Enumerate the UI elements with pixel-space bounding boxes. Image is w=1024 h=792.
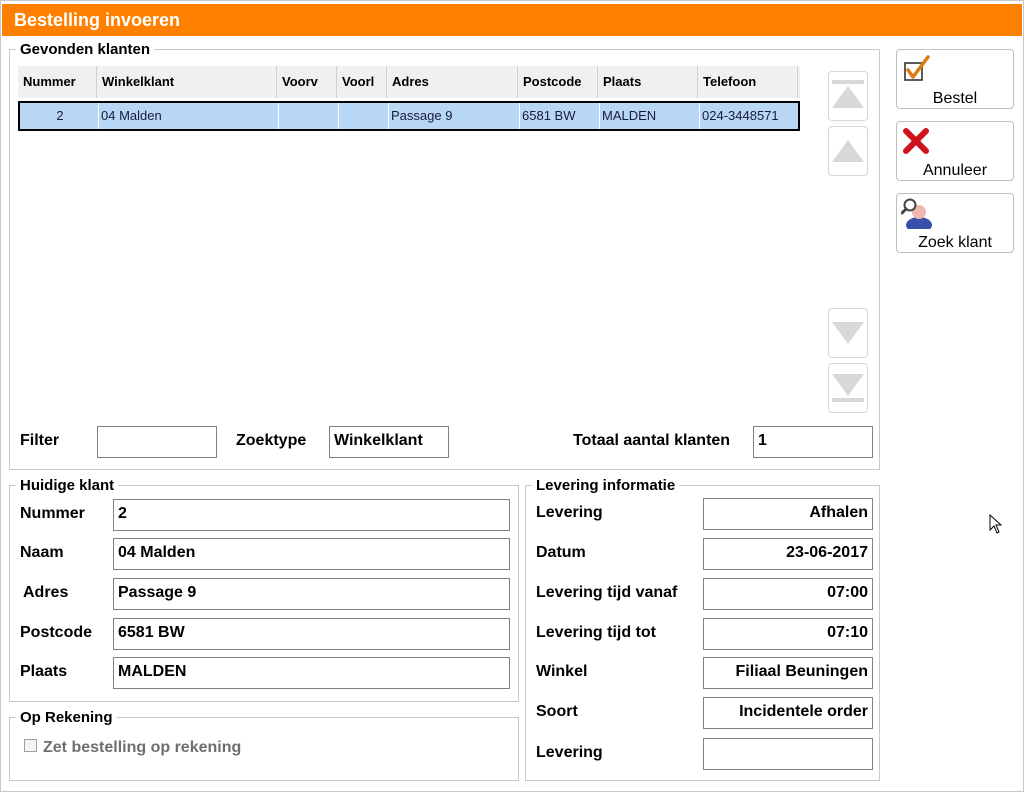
title-bar: Bestelling invoeren [2,4,1022,36]
scroll-down-icon [832,322,864,344]
scroll-bottom-button[interactable] [828,363,868,413]
delivery-time-from-field[interactable]: 07:00 [703,578,873,610]
delivery-extra-field[interactable] [703,738,873,770]
col-header-postcode[interactable]: Postcode [518,66,598,98]
col-header-nummer[interactable]: Nummer [18,66,97,98]
bestel-button[interactable]: Bestel [896,49,1014,109]
col-header-telefoon[interactable]: Telefoon [698,66,798,98]
account-checkbox-label: Zet bestelling op rekening [43,739,242,756]
delivery-date-field[interactable]: 23-06-2017 [703,538,873,570]
delivery-time-from-label: Levering tijd vanaf [536,584,678,601]
delivery-extra-label: Levering [536,744,603,761]
current-customer-legend: Huidige klant [20,477,115,494]
cell-nummer: 2 [20,103,99,129]
cell-winkelklant: 04 Malden [99,103,279,129]
red-x-icon [903,128,929,154]
order-kind-label: Soort [536,703,578,720]
scroll-top-button[interactable] [828,71,868,121]
delivery-type-field[interactable]: Afhalen [703,498,873,530]
customer-city-field[interactable]: MALDEN [113,657,510,689]
filter-label: Filter [20,432,60,449]
col-header-voorv[interactable]: Voorv [277,66,337,98]
mouse-cursor-icon [989,514,1003,534]
customers-grid[interactable]: Nummer Winkelklant Voorv Voorl Adres Pos… [18,66,800,131]
user-search-icon [901,198,932,229]
customer-name-field[interactable]: 04 Malden [113,538,510,570]
annuleer-label: Annuleer [922,162,988,179]
scroll-down-button[interactable] [828,308,868,358]
zoek-klant-label: Zoek klant [918,234,992,251]
table-row[interactable]: 2 04 Malden Passage 9 6581 BW MALDEN 024… [18,101,800,131]
customer-address-field[interactable]: Passage 9 [113,578,510,610]
delivery-legend: Levering informatie [536,477,676,494]
cell-adres: Passage 9 [389,103,520,129]
customer-postcode-field[interactable]: 6581 BW [113,618,510,650]
grid-header: Nummer Winkelklant Voorv Voorl Adres Pos… [18,66,800,98]
cell-voorv [279,103,339,129]
customer-city-label: Plaats [20,663,68,680]
annuleer-button[interactable]: Annuleer [896,121,1014,181]
customer-number-label: Nummer [20,505,85,522]
col-header-plaats[interactable]: Plaats [598,66,698,98]
bestel-label: Bestel [932,90,978,107]
cell-telefoon: 024-3448571 [702,108,779,123]
account-legend: Op Rekening [20,709,113,726]
scroll-top-icon [832,80,864,84]
checkmark-icon [904,55,930,81]
customer-number-field[interactable]: 2 [113,499,510,531]
total-customers-label: Totaal aantal klanten [573,432,731,449]
customer-address-label: Adres [23,584,69,601]
store-label: Winkel [536,663,588,680]
scroll-up-icon [832,140,864,162]
cell-postcode: 6581 BW [520,103,600,129]
store-field[interactable]: Filiaal Beuningen [703,657,873,689]
scroll-up-button[interactable] [828,126,868,176]
zoek-klant-button[interactable]: Zoek klant [896,193,1014,253]
filter-input[interactable] [97,426,217,458]
delivery-time-to-field[interactable]: 07:10 [703,618,873,650]
scroll-bottom-icon [832,374,864,396]
account-checkbox-row[interactable]: Zet bestelling op rekening [24,739,241,757]
cell-plaats: MALDEN [600,103,700,129]
cell-voorl [339,103,389,129]
customer-postcode-label: Postcode [20,624,93,641]
col-header-voorl[interactable]: Voorl [337,66,387,98]
delivery-time-to-label: Levering tijd tot [536,624,656,641]
zoektype-label: Zoektype [236,432,307,449]
order-window: Bestelling invoeren Gevonden klanten Num… [0,0,1024,792]
col-header-winkelklant[interactable]: Winkelklant [97,66,277,98]
customer-name-label: Naam [20,544,64,561]
zoektype-field[interactable]: Winkelklant [329,426,449,458]
col-header-adres[interactable]: Adres [387,66,518,98]
total-customers-field: 1 [753,426,873,458]
delivery-date-label: Datum [536,544,586,561]
found-customers-legend: Gevonden klanten [20,41,151,58]
account-checkbox[interactable] [24,739,37,753]
order-kind-field[interactable]: Incidentele order [703,697,873,729]
window-title: Bestelling invoeren [14,10,181,30]
delivery-type-label: Levering [536,504,603,521]
